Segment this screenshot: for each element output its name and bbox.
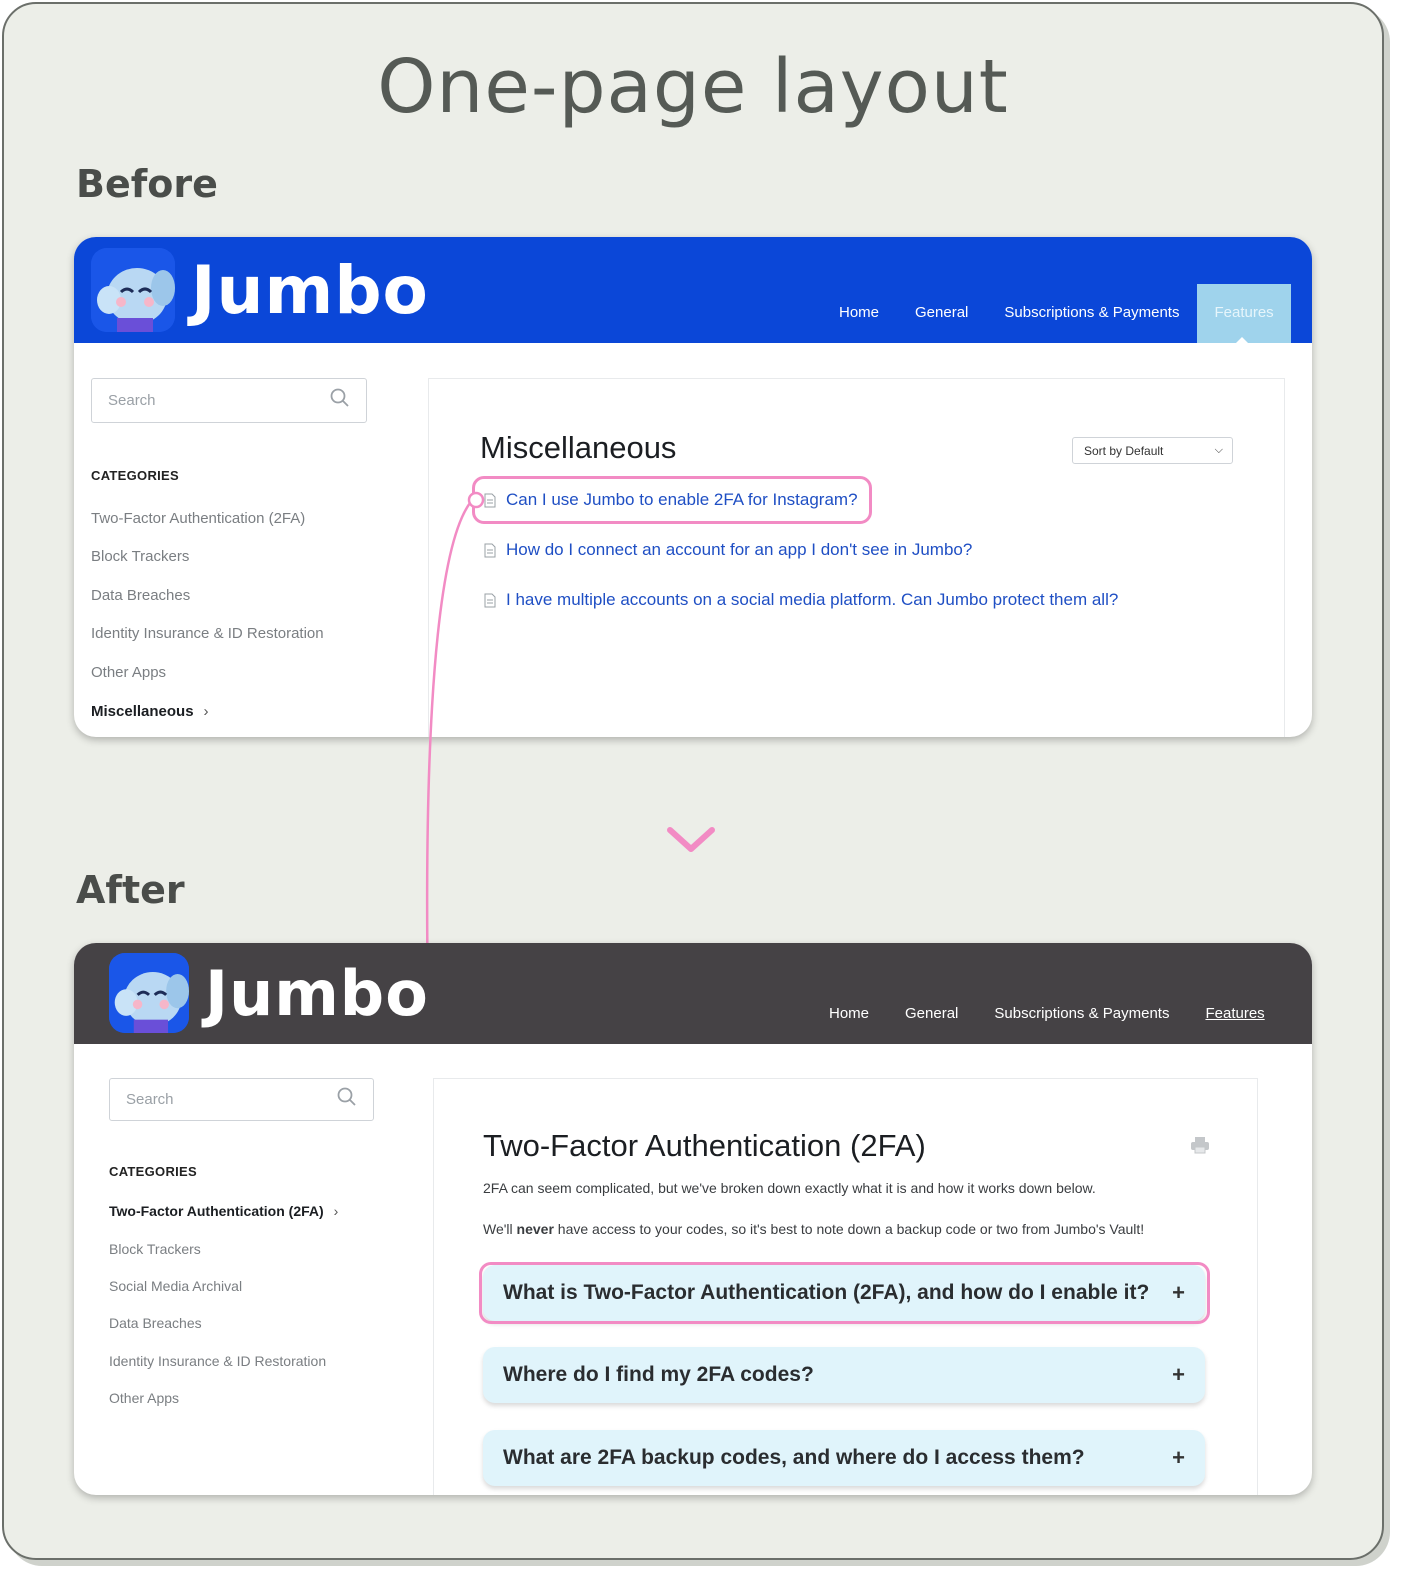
category-data-breaches[interactable]: Data Breaches bbox=[91, 587, 190, 604]
page-title: One-page layout bbox=[377, 44, 1009, 130]
category-2fa[interactable]: Two-Factor Authentication (2FA) bbox=[91, 510, 305, 527]
accordion-item[interactable]: What are 2FA backup codes, and where do … bbox=[483, 1430, 1205, 1486]
search-input[interactable]: Search bbox=[109, 1078, 374, 1121]
chevron-right-icon: › bbox=[203, 703, 209, 720]
after-screenshot: Jumbo Home General Subscriptions & Payme… bbox=[74, 943, 1312, 1495]
after-accordion-highlight bbox=[479, 1262, 1210, 1324]
plus-icon: + bbox=[1172, 1445, 1185, 1470]
active-tab-pointer bbox=[1235, 337, 1250, 344]
article-link[interactable]: I have multiple accounts on a social med… bbox=[484, 590, 1118, 610]
elephant-mascot-icon bbox=[109, 953, 189, 1033]
search-icon bbox=[337, 1087, 357, 1112]
nav-home[interactable]: Home bbox=[829, 1005, 887, 1022]
before-header: Jumbo Home General Subscriptions & Payme… bbox=[74, 237, 1312, 344]
after-header: Jumbo Home General Subscriptions & Payme… bbox=[74, 943, 1312, 1044]
search-input[interactable]: Search bbox=[91, 378, 367, 423]
document-icon bbox=[484, 543, 496, 557]
category-block-trackers[interactable]: Block Trackers bbox=[109, 1241, 201, 1257]
nav-subscriptions[interactable]: Subscriptions & Payments bbox=[986, 304, 1197, 343]
print-icon[interactable] bbox=[1190, 1136, 1210, 1159]
article-link[interactable]: How do I connect an account for an app I… bbox=[484, 540, 972, 560]
note-text: We'll never have access to your codes, s… bbox=[483, 1221, 1145, 1237]
after-logo[interactable]: Jumbo bbox=[109, 953, 429, 1033]
before-nav: Home General Subscriptions & Payments Fe… bbox=[839, 284, 1291, 344]
category-title: Miscellaneous bbox=[480, 430, 677, 465]
chevron-down-icon: ⌵ bbox=[1214, 444, 1223, 456]
before-article-highlight bbox=[472, 476, 872, 524]
before-label: Before bbox=[76, 162, 218, 206]
intro-text: 2FA can seem complicated, but we've brok… bbox=[483, 1180, 1096, 1196]
category-miscellaneous-active[interactable]: Miscellaneous › bbox=[91, 703, 209, 720]
search-icon bbox=[330, 388, 350, 413]
category-other-apps[interactable]: Other Apps bbox=[109, 1390, 179, 1406]
categories-heading: CATEGORIES bbox=[91, 468, 179, 483]
nav-general[interactable]: General bbox=[897, 304, 986, 343]
nav-general[interactable]: General bbox=[887, 1005, 976, 1022]
categories-heading: CATEGORIES bbox=[109, 1164, 197, 1179]
nav-home[interactable]: Home bbox=[839, 304, 897, 343]
chevron-right-icon: › bbox=[333, 1203, 339, 1219]
before-logo[interactable]: Jumbo bbox=[91, 248, 429, 332]
sort-select[interactable]: Sort by Default ⌵ bbox=[1072, 437, 1233, 464]
category-other-apps[interactable]: Other Apps bbox=[91, 664, 166, 681]
plus-icon: + bbox=[1172, 1362, 1185, 1387]
document-icon bbox=[484, 593, 496, 607]
article-title: Two-Factor Authentication (2FA) bbox=[483, 1128, 926, 1163]
accordion-item[interactable]: Where do I find my 2FA codes? + bbox=[483, 1347, 1205, 1403]
after-nav: Home General Subscriptions & Payments Fe… bbox=[829, 1005, 1283, 1022]
category-2fa-active[interactable]: Two-Factor Authentication (2FA) › bbox=[109, 1203, 338, 1219]
after-label: After bbox=[76, 868, 185, 912]
nav-features-active[interactable]: Features bbox=[1187, 1005, 1282, 1022]
category-identity-insurance[interactable]: Identity Insurance & ID Restoration bbox=[91, 625, 324, 642]
category-identity-insurance[interactable]: Identity Insurance & ID Restoration bbox=[109, 1353, 326, 1369]
brand-name: Jumbo bbox=[205, 956, 429, 1030]
elephant-mascot-icon bbox=[91, 248, 175, 332]
category-data-breaches[interactable]: Data Breaches bbox=[109, 1315, 202, 1331]
nav-features-active[interactable]: Features bbox=[1197, 284, 1291, 344]
nav-subscriptions[interactable]: Subscriptions & Payments bbox=[976, 1005, 1187, 1022]
brand-name: Jumbo bbox=[191, 251, 429, 329]
category-block-trackers[interactable]: Block Trackers bbox=[91, 548, 189, 565]
category-social-media-archival[interactable]: Social Media Archival bbox=[109, 1278, 242, 1294]
